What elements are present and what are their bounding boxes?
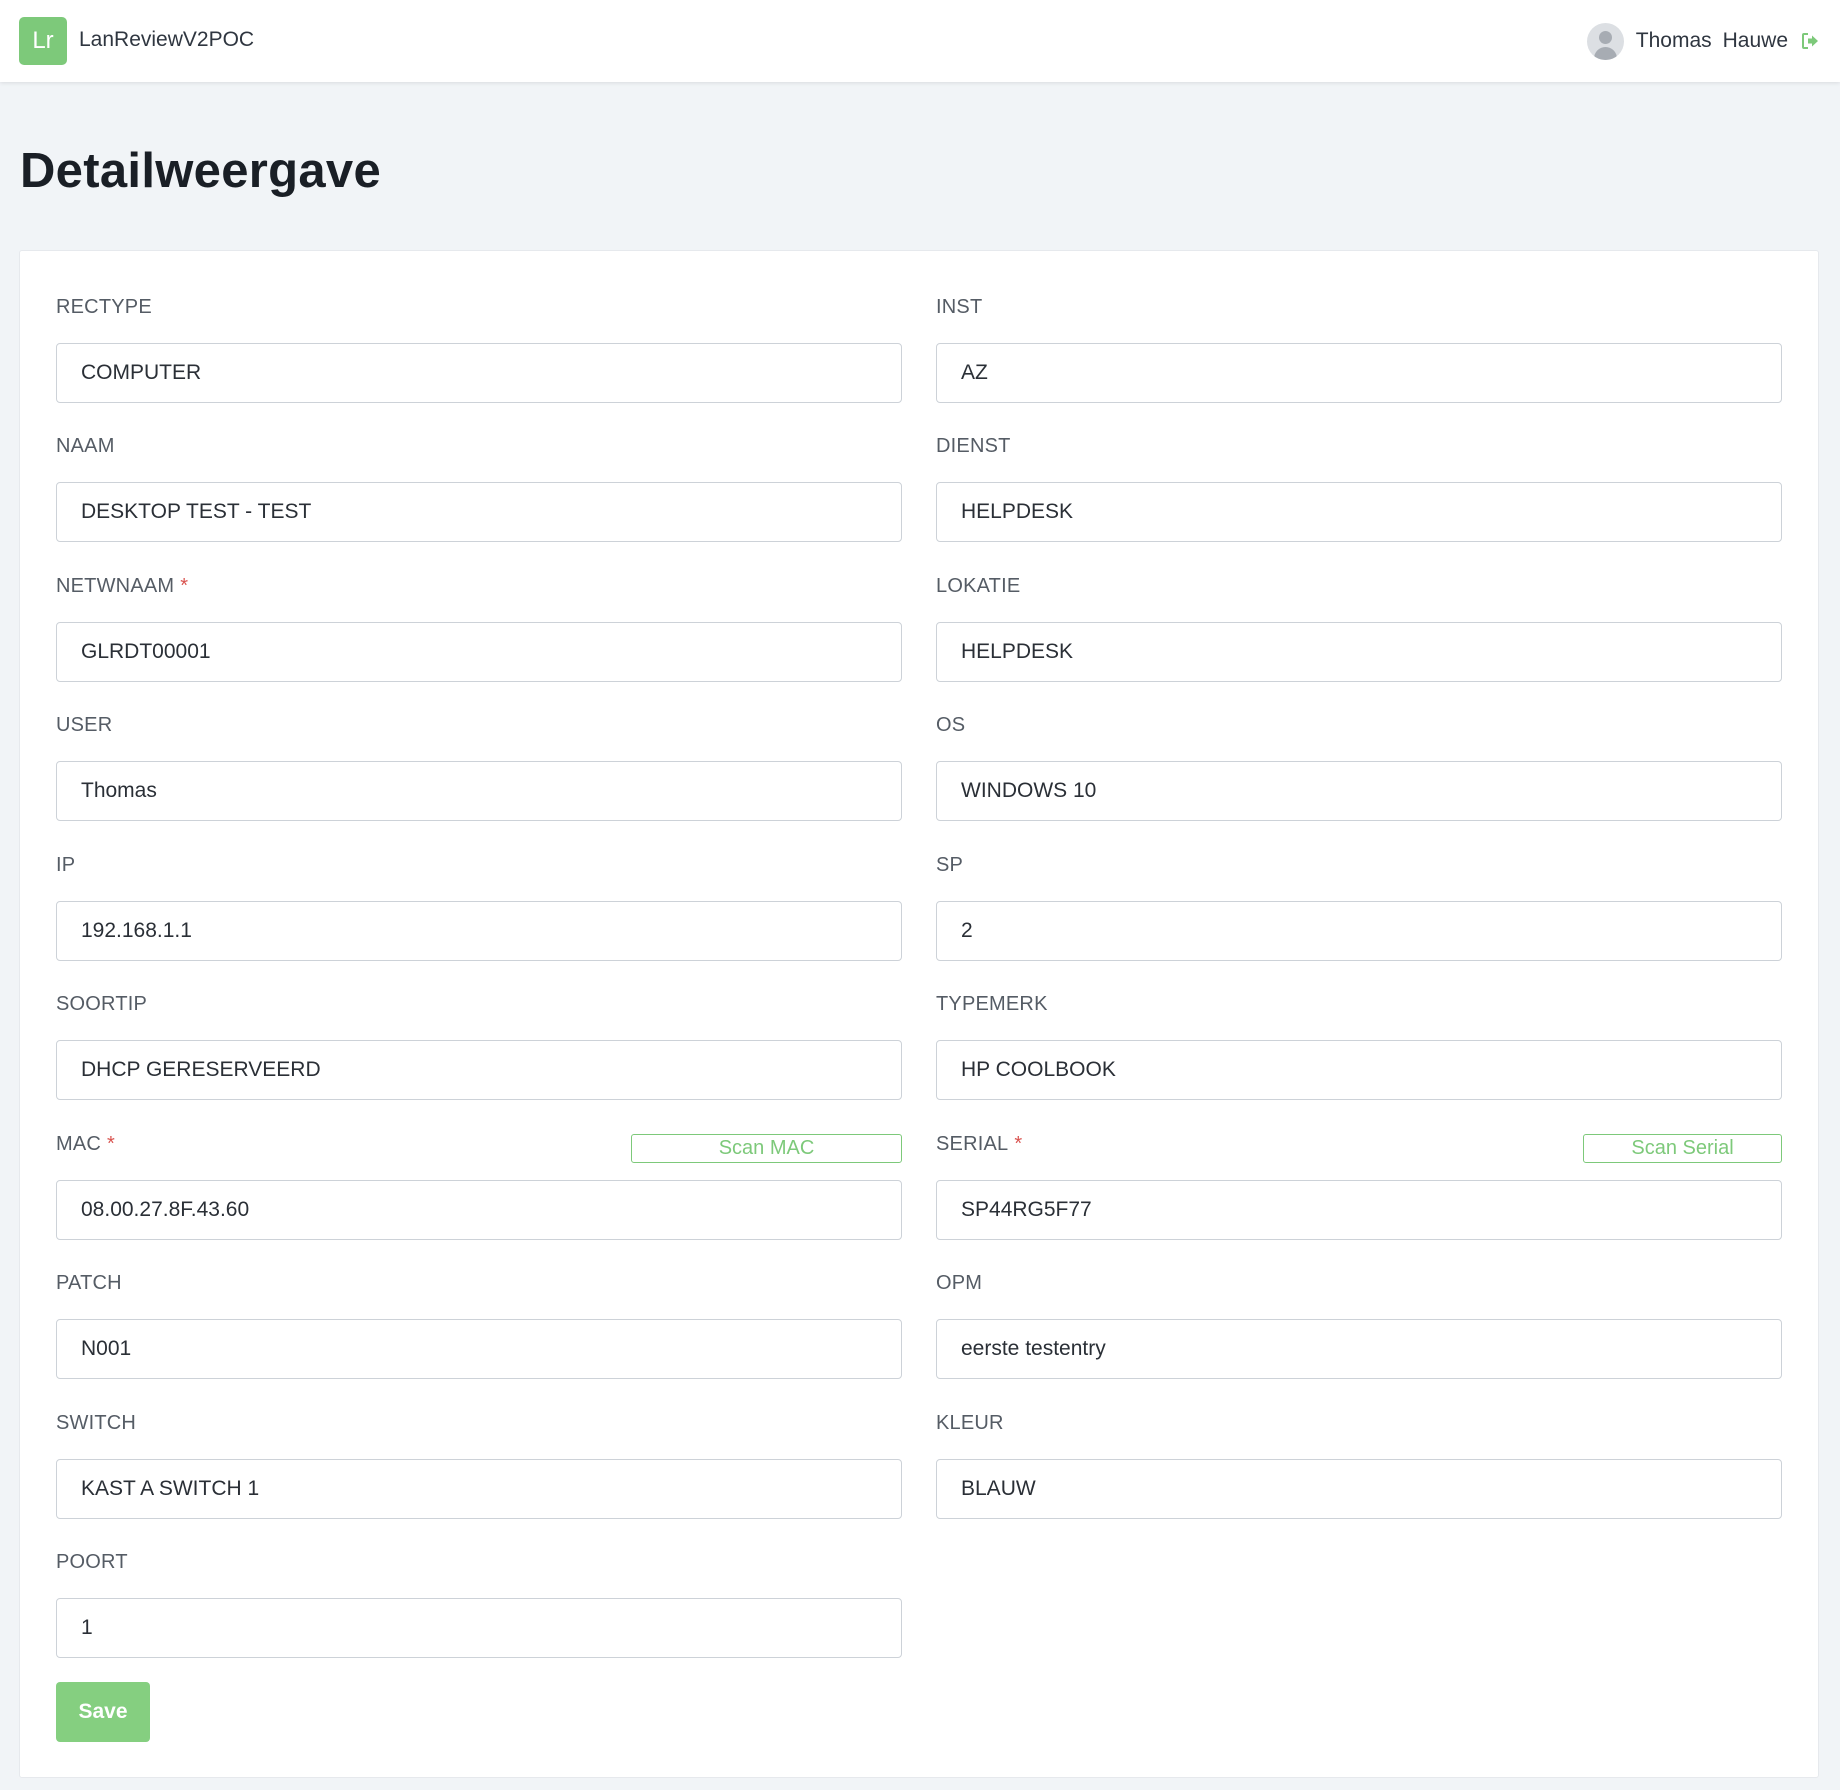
- ip-label: IP: [56, 854, 76, 876]
- rectype-label: RECTYPE: [56, 296, 152, 318]
- field-opm: OPM: [936, 1252, 1782, 1379]
- sp-label: SP: [936, 854, 964, 876]
- naam-label: NAAM: [56, 435, 115, 457]
- field-typemerk: TYPEMERK: [936, 973, 1782, 1100]
- field-poort: POORT: [56, 1531, 902, 1658]
- typemerk-input[interactable]: [936, 1040, 1782, 1100]
- scan-serial-button[interactable]: Scan Serial: [1583, 1134, 1782, 1163]
- lokatie-input[interactable]: [936, 622, 1782, 682]
- user-last-name: Hauwe: [1722, 29, 1788, 52]
- user-first-name: Thomas: [1635, 29, 1712, 52]
- netwnaam-label-group: NETWNAAM *: [56, 575, 188, 598]
- ip-input[interactable]: [56, 901, 902, 961]
- serial-label: SERIAL: [936, 1133, 1009, 1155]
- dienst-input[interactable]: [936, 482, 1782, 542]
- user-input[interactable]: [56, 761, 902, 821]
- sign-out-icon[interactable]: [1800, 31, 1820, 51]
- kleur-label: KLEUR: [936, 1412, 1004, 1434]
- field-kleur: KLEUR: [936, 1392, 1782, 1519]
- scan-mac-button[interactable]: Scan MAC: [631, 1134, 902, 1163]
- opm-label: OPM: [936, 1272, 983, 1294]
- user-label: USER: [56, 714, 113, 736]
- field-lokatie: LOKATIE: [936, 555, 1782, 682]
- poort-input[interactable]: [56, 1598, 902, 1658]
- field-switch: SWITCH: [56, 1392, 902, 1519]
- inst-input[interactable]: [936, 343, 1782, 403]
- patch-input[interactable]: [56, 1319, 902, 1379]
- rectype-input[interactable]: [56, 343, 902, 403]
- page-title: Detailweergave: [20, 144, 382, 198]
- app-logo[interactable]: Lr: [19, 17, 67, 65]
- field-inst: INST: [936, 276, 1782, 403]
- top-bar: Lr LanReviewV2POC Thomas Hauwe: [0, 0, 1840, 82]
- serial-label-group: SERIAL *: [936, 1133, 1022, 1156]
- field-patch: PATCH: [56, 1252, 902, 1379]
- netwnaam-label: NETWNAAM: [56, 575, 175, 597]
- save-button[interactable]: Save: [56, 1682, 150, 1742]
- dienst-label: DIENST: [936, 435, 1011, 457]
- field-rectype: RECTYPE: [56, 276, 902, 403]
- typemerk-label: TYPEMERK: [936, 993, 1048, 1015]
- field-ip: IP: [56, 834, 902, 961]
- sp-input[interactable]: [936, 901, 1782, 961]
- opm-input[interactable]: [936, 1319, 1782, 1379]
- soortip-label: SOORTIP: [56, 993, 148, 1015]
- mac-input[interactable]: [56, 1180, 902, 1240]
- os-input[interactable]: [936, 761, 1782, 821]
- field-sp: SP: [936, 834, 1782, 961]
- user-avatar-icon[interactable]: [1586, 22, 1624, 60]
- poort-label: POORT: [56, 1551, 128, 1573]
- required-marker: *: [180, 575, 189, 597]
- lokatie-label: LOKATIE: [936, 575, 1021, 597]
- user-menu[interactable]: Thomas Hauwe: [1586, 22, 1820, 60]
- field-serial: SERIAL * Scan Serial: [936, 1113, 1782, 1240]
- app-name[interactable]: LanReviewV2POC: [79, 28, 254, 52]
- field-mac: MAC * Scan MAC: [56, 1113, 902, 1240]
- field-soortip: SOORTIP: [56, 973, 902, 1100]
- patch-label: PATCH: [56, 1272, 122, 1294]
- naam-input[interactable]: [56, 482, 902, 542]
- required-marker: *: [1014, 1133, 1023, 1155]
- mac-label: MAC: [56, 1133, 102, 1155]
- switch-input[interactable]: [56, 1459, 902, 1519]
- os-label: OS: [936, 714, 966, 736]
- field-naam: NAAM: [56, 415, 902, 542]
- mac-label-group: MAC *: [56, 1133, 115, 1156]
- required-marker: *: [107, 1133, 116, 1155]
- field-dienst: DIENST: [936, 415, 1782, 542]
- detail-form-card: RECTYPE INST NAAM DIENST NETWNAAM* LOKAT…: [19, 250, 1819, 1778]
- netwnaam-input[interactable]: [56, 622, 902, 682]
- switch-label: SWITCH: [56, 1412, 137, 1434]
- inst-label: INST: [936, 296, 983, 318]
- kleur-input[interactable]: [936, 1459, 1782, 1519]
- field-os: OS: [936, 694, 1782, 821]
- serial-input[interactable]: [936, 1180, 1782, 1240]
- field-user: USER: [56, 694, 902, 821]
- field-netwnaam: NETWNAAM *: [56, 555, 902, 682]
- soortip-input[interactable]: [56, 1040, 902, 1100]
